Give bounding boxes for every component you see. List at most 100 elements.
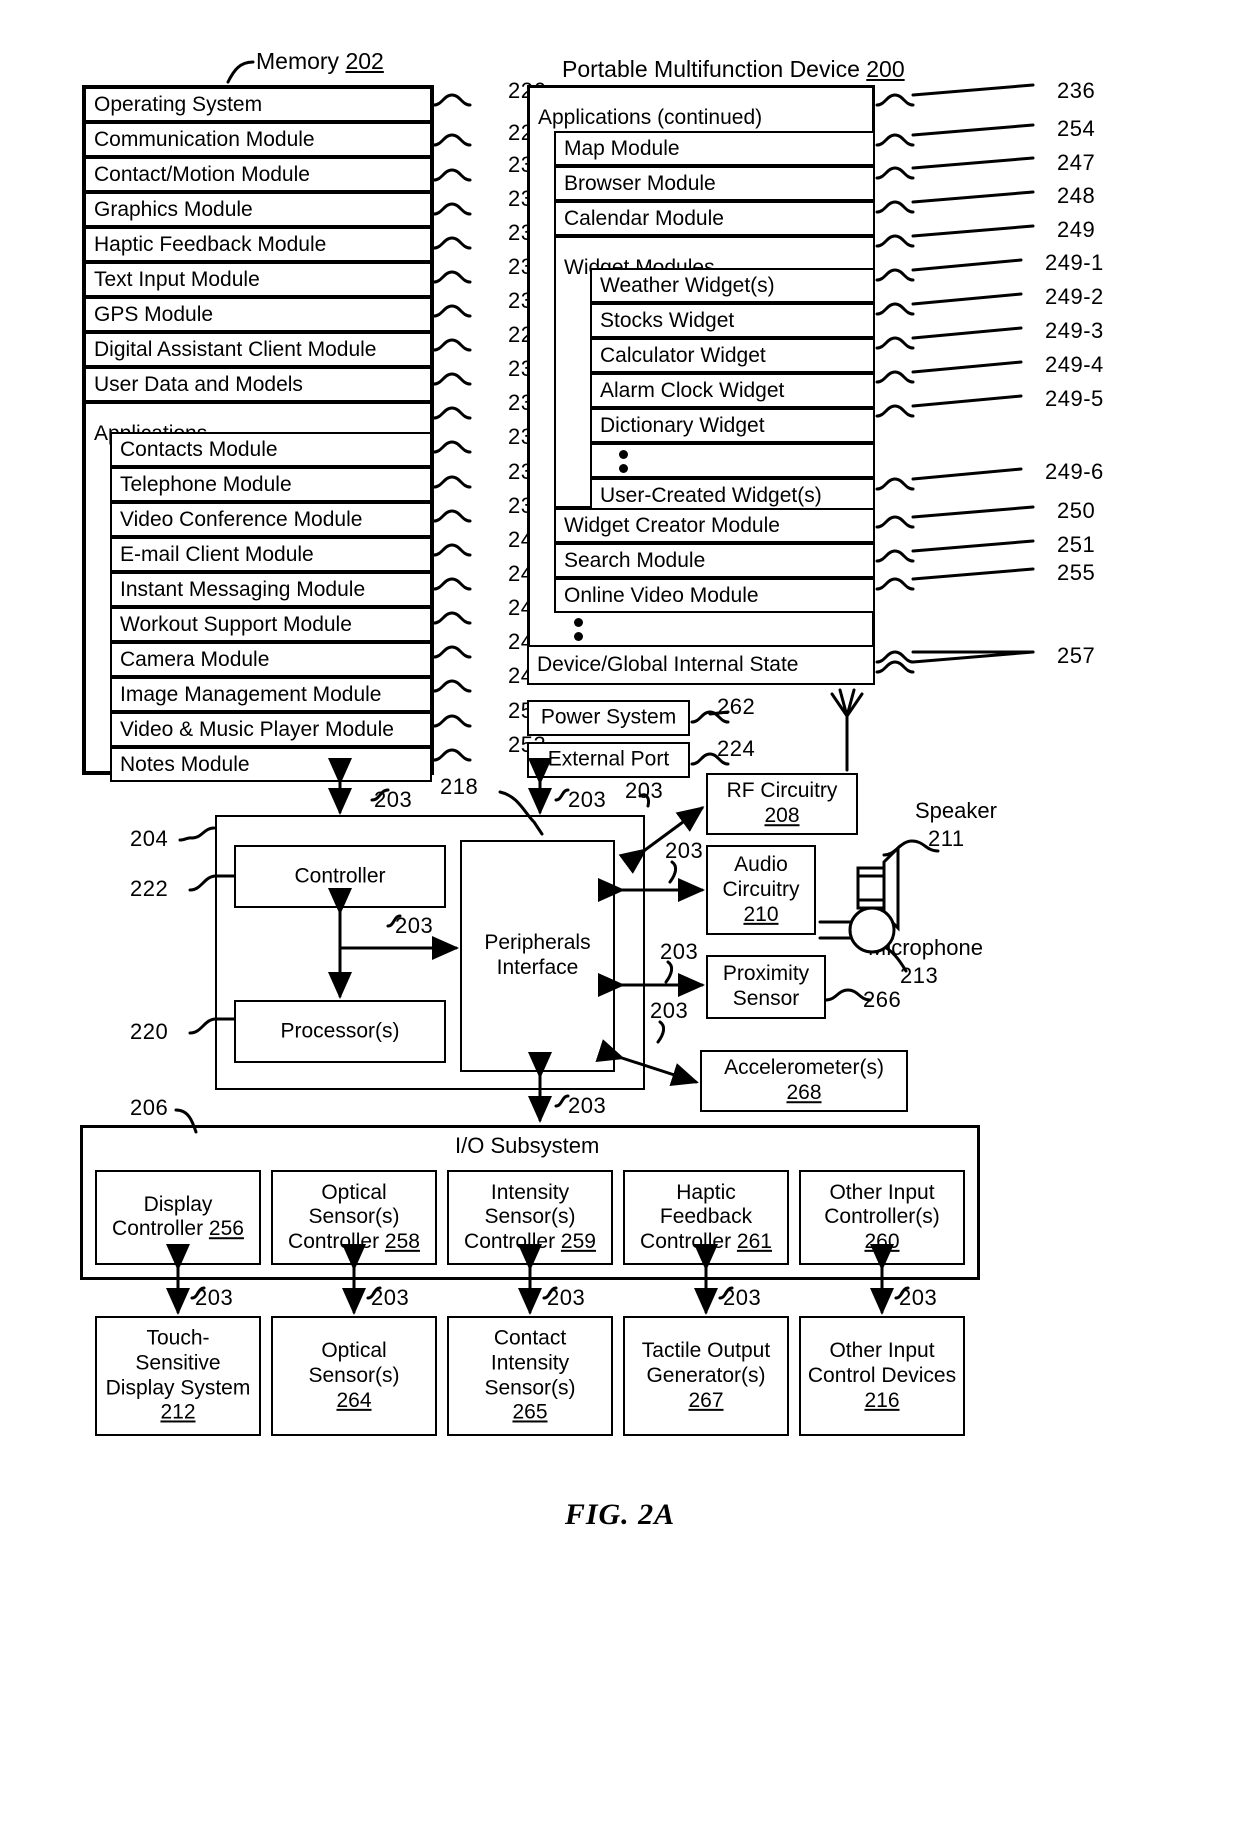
appc-row-calendar-module: Calendar Module: [554, 201, 875, 236]
dev-line-3: Display System: [105, 1376, 251, 1399]
row-label: Operating System: [94, 92, 263, 116]
controller-label: Controller: [294, 864, 386, 888]
ctrl-line-1: Intensity: [490, 1180, 570, 1204]
ref-262: 262: [717, 694, 756, 719]
app-row-notes-module: Notes Module: [110, 747, 432, 782]
ref-224: 224: [717, 736, 756, 761]
row-label: Communication Module: [94, 127, 315, 151]
ctrl-line-3: Controller: [640, 1229, 732, 1253]
row-label: Contact/Motion Module: [94, 162, 310, 186]
ref-251: 251: [1057, 532, 1096, 557]
ref-265: 265: [512, 1400, 548, 1424]
memory-row-user-data-and-models: User Data and Models: [84, 367, 432, 402]
row-label: E-mail Client Module: [120, 542, 314, 566]
external-port-box: External Port: [527, 742, 690, 778]
memory-title: Memory 202: [256, 48, 384, 75]
app-row-camera-module: Camera Module: [110, 642, 432, 677]
row-label: Instant Messaging Module: [120, 577, 366, 601]
row-label: GPS Module: [94, 302, 214, 326]
widget-calculator: Calculator Widget: [590, 338, 875, 373]
ref-259: 259: [560, 1229, 596, 1253]
dev-line-1: Tactile Output: [641, 1338, 771, 1362]
bus-label-intensity: 203: [547, 1285, 586, 1310]
memory-title-ref: 202: [345, 48, 384, 74]
ref-249-3: 249-3: [1045, 318, 1104, 343]
ref-268: 268: [786, 1081, 822, 1104]
app-row-video-music-player-module: Video & Music Player Module: [110, 712, 432, 747]
bus-label-memory: 203: [374, 787, 413, 812]
ref-264: 264: [336, 1388, 372, 1412]
contact-intensity-sensors-box: Contact Intensity Sensor(s) 265: [447, 1316, 613, 1436]
widget-alarm-clock: Alarm Clock Widget: [590, 373, 875, 408]
ref-256: 256: [208, 1217, 244, 1241]
proximity-sensor-box: Proximity Sensor: [706, 955, 826, 1019]
row-label: Search Module: [564, 548, 706, 572]
app-row-contacts-module: Contacts Module: [110, 432, 432, 467]
app-row-video-conference-module: Video Conference Module: [110, 502, 432, 537]
row-label: Weather Widget(s): [600, 273, 775, 297]
peripherals-interface-label: Peripherals Interface: [462, 931, 613, 981]
row-label: Camera Module: [120, 647, 270, 671]
bus-label-accelerometer: 203: [650, 998, 689, 1023]
appc-row-search-module: Search Module: [554, 543, 875, 578]
haptic-feedback-controller-box: Haptic Feedback Controller 261: [623, 1170, 789, 1265]
widget-stocks: Stocks Widget: [590, 303, 875, 338]
ref-222: 222: [130, 876, 169, 901]
bus-label-audio: 203: [665, 838, 704, 863]
dev-line-2: Sensitive: [135, 1351, 221, 1375]
ref-249-2: 249-2: [1045, 284, 1104, 309]
device-title-text: Portable Multifunction Device: [562, 56, 860, 82]
device-title: Portable Multifunction Device 200: [562, 56, 905, 83]
row-label: Map Module: [564, 136, 680, 160]
row-label: Device/Global Internal State: [537, 653, 799, 676]
row-label: Digital Assistant Client Module: [94, 337, 377, 361]
processors-label: Processor(s): [280, 1019, 400, 1043]
power-system-box: Power System: [527, 700, 690, 736]
tactile-output-generators-box: Tactile Output Generator(s) 267: [623, 1316, 789, 1436]
ref-255: 255: [1057, 560, 1096, 585]
ref-249-5: 249-5: [1045, 386, 1104, 411]
device-title-ref: 200: [866, 56, 905, 82]
ref-236-right: 236: [1057, 78, 1096, 103]
ref-257: 257: [1057, 643, 1096, 668]
row-label: Calculator Widget: [600, 343, 766, 367]
dev-line-2: Control Devices: [807, 1363, 957, 1387]
haptic-feedback-controller-label: Haptic Feedback Controller 261: [625, 1180, 787, 1254]
row-label: Video & Music Player Module: [120, 717, 394, 741]
appc-row-browser-module: Browser Module: [554, 166, 875, 201]
speaker-label: Speaker: [915, 798, 997, 823]
ctrl-line-2: Sensor(s): [484, 1205, 576, 1229]
bus-label-external-port: 203: [568, 787, 607, 812]
memory-row-contact-motion-module: Contact/Motion Module: [84, 157, 432, 192]
dev-line-1: Contact: [493, 1326, 567, 1350]
row-label: Calendar Module: [564, 206, 724, 230]
accelerometer-label: Accelerometer(s) 268: [702, 1056, 906, 1106]
app-row-workout-support-module: Workout Support Module: [110, 607, 432, 642]
row-label: Widget Creator Module: [564, 513, 780, 537]
audio-circuitry-label: Audio Circuitry 210: [708, 853, 814, 927]
optical-sensors-box: Optical Sensor(s) 264: [271, 1316, 437, 1436]
touch-sensitive-display-box: Touch- Sensitive Display System 212: [95, 1316, 261, 1436]
row-label: User Data and Models: [94, 372, 303, 396]
ctrl-line-3: Controller: [288, 1229, 380, 1253]
memory-row-digital-assistant-client-module: Digital Assistant Client Module: [84, 332, 432, 367]
dev-line-1: Touch-: [146, 1326, 210, 1350]
rf-circuitry-text: RF Circuitry: [726, 779, 838, 803]
dev-line-3: Sensor(s): [484, 1376, 576, 1399]
ctrl-line-1: Display: [143, 1192, 213, 1216]
device-global-internal-state: Device/Global Internal State: [527, 645, 875, 685]
row-label: Alarm Clock Widget: [600, 378, 785, 402]
ref-249: 249: [1057, 217, 1096, 242]
row-label: Image Management Module: [120, 682, 382, 706]
other-input-controller-label: Other Input Controller(s) 260: [801, 1180, 963, 1254]
bus-label-rf: 203: [625, 778, 664, 803]
audio-line-2: Circuitry: [722, 877, 800, 901]
bus-label-haptic: 203: [723, 1285, 762, 1310]
figure-caption: FIG. 2A: [564, 1498, 676, 1531]
accelerometer-box: Accelerometer(s) 268: [700, 1050, 908, 1112]
processors-box: Processor(s): [234, 1000, 446, 1063]
optical-sensors-label: Optical Sensor(s) 264: [273, 1339, 435, 1413]
touch-sensitive-display-label: Touch- Sensitive Display System 212: [97, 1326, 259, 1425]
peripherals-interface-box: Peripherals Interface: [460, 840, 615, 1072]
display-controller-label: Display Controller 256: [97, 1193, 259, 1243]
